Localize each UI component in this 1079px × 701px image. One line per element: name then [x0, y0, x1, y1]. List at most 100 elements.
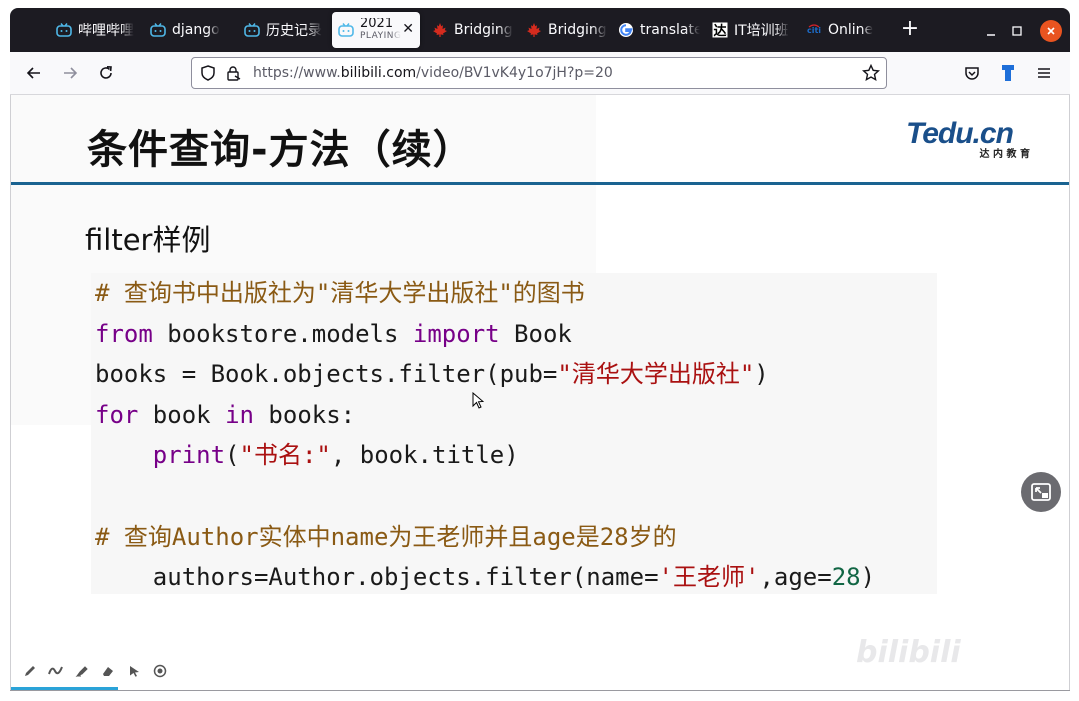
slide-title: 条件查询-方法（续）: [87, 127, 474, 173]
tab-label: Bridging: [548, 22, 607, 38]
code-token: in: [225, 400, 254, 429]
browser-window: 哔哩哔哩 django 历史记录 2021 PLAYING ✕ Bridging…: [0, 0, 1079, 701]
citi-logo-icon: citi: [806, 22, 822, 38]
tab-bridging-2[interactable]: Bridging: [526, 12, 608, 48]
tracking-shield-icon[interactable]: [200, 65, 216, 85]
code-token: for: [95, 400, 139, 429]
pointer-icon[interactable]: [125, 662, 143, 680]
reload-icon[interactable]: [94, 61, 118, 85]
pen-icon[interactable]: [21, 662, 39, 680]
code-token: "清华大学出版社": [557, 360, 755, 389]
tab-label: 哔哩哔哩: [78, 23, 134, 39]
lock-icon[interactable]: [225, 65, 241, 85]
url-text[interactable]: https://www.bilibili.com/video/BV1vK4y1o…: [253, 65, 613, 81]
code-token: print: [152, 441, 226, 470]
tab-django[interactable]: django: [150, 12, 230, 48]
code-line: for book in books:: [95, 395, 875, 436]
forward-icon[interactable]: [58, 61, 82, 85]
tab-bridging-1[interactable]: Bridging: [432, 12, 514, 48]
code-line: # 查询Author实体中name为王老师并且age是28岁的: [95, 517, 875, 558]
window-bottom-edge: [10, 690, 1070, 691]
code-token: bookstore.models: [152, 319, 413, 348]
record-icon[interactable]: [151, 662, 169, 680]
close-tab-icon[interactable]: ✕: [402, 21, 414, 37]
tab-label: django: [172, 22, 220, 38]
minimize-icon[interactable]: [980, 20, 1002, 42]
code-token: 28: [831, 563, 861, 592]
mouse-cursor-icon: [472, 391, 485, 414]
tab-playing-label: PLAYING: [360, 31, 402, 41]
tab-label: Bridging: [454, 22, 513, 38]
code-token: # 查询Author实体中name为王老师并且age是28岁的: [95, 522, 677, 551]
code-line: # 查询书中出版社为"清华大学出版社"的图书: [95, 273, 875, 314]
code-token: from: [95, 319, 153, 348]
code-token: import: [412, 319, 500, 348]
highlighter-icon[interactable]: [73, 662, 91, 680]
tab-active-video[interactable]: 2021 PLAYING ✕: [332, 12, 420, 48]
code-line: print("书名:", book.title): [95, 435, 875, 476]
new-tab-button[interactable]: +: [900, 18, 920, 40]
code-token: book: [138, 400, 226, 429]
tab-it-training[interactable]: 达 IT培训班: [712, 12, 794, 48]
maximize-icon[interactable]: [1006, 20, 1028, 42]
code-token: "书名:": [239, 441, 331, 470]
code-token: ): [754, 360, 769, 389]
code-token: books = Book.objects.filter(pub=: [95, 360, 558, 389]
da-logo-icon: 达: [712, 22, 728, 38]
code-token: ): [860, 563, 876, 592]
slide-subtitle: filter样例: [85, 223, 211, 257]
window-close-icon[interactable]: [1040, 20, 1062, 42]
code-line: from bookstore.models import Book: [95, 314, 875, 355]
logo-subtext: 达 内 教 育: [979, 149, 1030, 160]
maple-leaf-icon: [432, 22, 448, 38]
pocket-icon[interactable]: [960, 61, 984, 85]
tab-label: Online: [828, 22, 874, 38]
url-prefix: https://www.: [253, 65, 341, 81]
code-token: books:: [253, 400, 356, 429]
url-domain: bilibili.com: [340, 65, 417, 81]
bilibili-tv-icon: [338, 22, 354, 38]
tab-online[interactable]: citi Online: [806, 12, 882, 48]
bilibili-tv-icon: [150, 22, 166, 38]
bilibili-tv-icon: [244, 22, 260, 38]
code-token: authors=Author.objects.filter(name=: [95, 563, 659, 592]
menu-hamburger-icon[interactable]: [1032, 61, 1056, 85]
tedu-logo: Tedu.cn 达 内 教 育: [906, 119, 1036, 163]
back-icon[interactable]: [22, 61, 46, 85]
navigation-toolbar: https://www.bilibili.com/video/BV1vK4y1o…: [10, 52, 1070, 95]
code-line: authors=Author.objects.filter(name='王老师'…: [95, 557, 875, 598]
video-player[interactable]: 条件查询-方法（续） Tedu.cn 达 内 教 育 filter样例 # 查询…: [10, 95, 1070, 691]
tab-translate[interactable]: translate: [618, 12, 700, 48]
tab-label: translate: [640, 22, 700, 38]
logo-text: Tedu.cn: [906, 117, 1014, 150]
address-bar[interactable]: https://www.bilibili.com/video/BV1vK4y1o…: [191, 57, 887, 89]
svg-text:citi: citi: [807, 26, 821, 35]
code-token: # 查询书中出版社为"清华大学出版社"的图书: [95, 279, 585, 307]
code-token: , book.title): [330, 441, 519, 470]
code-token: '王老师': [658, 563, 760, 592]
mini-player-button[interactable]: [1021, 472, 1061, 512]
eraser-icon[interactable]: [99, 662, 117, 680]
tab-label: 2021: [360, 18, 394, 31]
extension-icon[interactable]: [996, 61, 1020, 85]
tab-label: 历史记录: [266, 23, 322, 39]
bilibili-tv-icon: [56, 22, 72, 38]
tab-label: IT培训班: [734, 23, 789, 39]
bookmark-star-icon[interactable]: [861, 63, 881, 86]
tab-strip: 哔哩哔哩 django 历史记录 2021 PLAYING ✕ Bridging…: [10, 8, 1070, 52]
url-path: /video/BV1vK4y1o7jH?p=20: [416, 65, 613, 81]
code-token: ,age=: [759, 563, 832, 592]
code-token: (: [225, 441, 240, 470]
annotation-toolbar: [21, 661, 169, 681]
tab-history[interactable]: 历史记录: [244, 12, 326, 48]
curve-icon[interactable]: [47, 662, 65, 680]
code-listing: # 查询书中出版社为"清华大学出版社"的图书 from bookstore.mod…: [95, 273, 875, 598]
google-icon: [618, 22, 634, 38]
title-divider: [11, 182, 1069, 185]
svg-text:达: 达: [713, 23, 726, 38]
maple-leaf-icon: [526, 22, 542, 38]
bilibili-watermark: bilibili: [856, 635, 961, 670]
tab-bilibili[interactable]: 哔哩哔哩: [56, 12, 142, 48]
